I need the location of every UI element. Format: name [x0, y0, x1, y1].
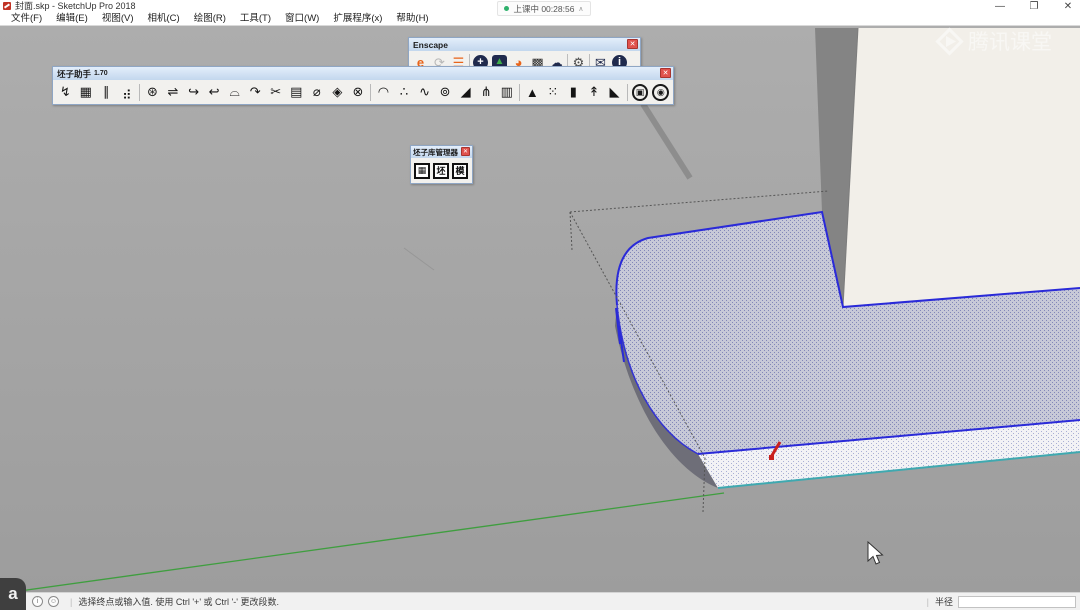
pizi-toolbar-version: 1.70 [94, 70, 108, 77]
pizi-tool-icon[interactable]: ▦ [76, 82, 97, 103]
menu-item[interactable]: 编辑(E) [49, 12, 95, 26]
pizi-toolbar-title: 坯子助手 [57, 68, 92, 79]
pizi-toolbar-titlebar[interactable]: 坯子助手 1.70 ✕ [53, 67, 673, 80]
pizi-tool-icon[interactable]: ∴ [394, 82, 415, 103]
enscape-toolbar-title: Enscape [413, 39, 448, 50]
pizi-tool-icon[interactable]: ⁙ [543, 82, 564, 103]
sketchup-file-icon [3, 2, 11, 10]
svg-text:腾讯课堂: 腾讯课堂 [968, 31, 1052, 54]
account-circle-icon[interactable]: ☺ [48, 596, 59, 607]
statusbar: i ☺ | 选择终点或输入值. 使用 Ctrl '+' 或 Ctrl '-' 更… [0, 592, 1080, 610]
pizi-tool-icon[interactable]: ⊚ [435, 82, 456, 103]
pizi-tool-icon[interactable]: ⊗ [348, 82, 369, 103]
pizi-tool-icon[interactable]: ◢ [455, 82, 476, 103]
recording-status-dot [504, 6, 510, 11]
measurement-label: 半径 [934, 597, 953, 607]
enscape-toolbar-titlebar[interactable]: Enscape ✕ [409, 38, 640, 51]
chevron-up-icon[interactable]: ∧ [578, 5, 583, 13]
minimize-button[interactable]: — [994, 1, 1006, 12]
pizi-tool-icon[interactable]: ⌀ [307, 82, 328, 103]
menu-item[interactable]: 文件(F) [4, 12, 49, 26]
measurement-box-radius[interactable] [958, 595, 1076, 608]
pizi-tool-icon[interactable]: ↷ [245, 82, 266, 103]
menu-item[interactable]: 绘图(R) [187, 12, 233, 26]
pizi-tool-icon[interactable]: ▲ [522, 82, 543, 103]
pizi-round-button[interactable]: ◉ [652, 83, 670, 101]
pizi-tool-icon[interactable]: ⇌ [163, 82, 184, 103]
library-toolbar-titlebar[interactable]: 坯子库管理器 ✕ [411, 146, 472, 158]
pizi-tool-icon[interactable]: ◣ [604, 82, 625, 103]
menu-item[interactable]: 扩展程序(x) [326, 12, 389, 26]
menu-item[interactable]: 窗口(W) [278, 12, 326, 26]
tencent-classroom-watermark: 腾讯课堂 [935, 27, 1052, 56]
window-title: 封面.skp - SketchUp Pro 2018 [15, 1, 136, 11]
menu-item[interactable]: 相机(C) [140, 12, 186, 26]
wall-front-face[interactable] [843, 28, 1080, 307]
library-pi-icon[interactable]: 坯 [433, 162, 449, 179]
pizi-tool-icon[interactable]: ∥ [96, 82, 117, 103]
pizi-tool-icon[interactable]: ↟ [584, 82, 605, 103]
recording-status-text: 上课中 00:28:56 [513, 3, 575, 14]
enscape-toolbar-close-icon[interactable]: ✕ [627, 39, 638, 49]
pizi-tool-icon[interactable]: ◈ [327, 82, 348, 103]
statusbar-message: 选择终点或输入值. 使用 Ctrl '+' 或 Ctrl '-' 更改段数. [78, 597, 279, 607]
model-viewport[interactable]: 腾讯课堂 [0, 26, 1080, 592]
pizi-tool-icon[interactable]: ▤ [286, 82, 307, 103]
restore-button[interactable]: ❐ [1028, 1, 1040, 12]
pizi-tool-icon[interactable]: ✂ [265, 82, 286, 103]
pizi-tool-icon[interactable]: ◠ [373, 82, 394, 103]
class-recording-pill[interactable]: 上课中 00:28:56 ∧ [497, 1, 591, 16]
pizi-tool-icon[interactable]: ↪ [183, 82, 204, 103]
sketchup-window: 封面.skp - SketchUp Pro 2018 — ❐ ✕ 上课中 00:… [0, 0, 1080, 610]
menu-item[interactable]: 视图(V) [95, 12, 141, 26]
library-model-icon[interactable]: 模 [452, 162, 468, 179]
pizi-tool-icon[interactable]: ↩ [204, 82, 225, 103]
statusbar-divider: | [70, 596, 73, 607]
library-toolbar-close-icon[interactable]: ✕ [461, 147, 470, 156]
video-watermark-badge: a [0, 578, 26, 610]
menu-item[interactable]: 帮助(H) [389, 12, 435, 26]
menu-item[interactable]: 工具(T) [233, 12, 278, 26]
pizi-tool-icon[interactable]: ⊛ [142, 82, 163, 103]
pizi-toolbar-close-icon[interactable]: ✕ [660, 68, 671, 78]
library-grid-icon[interactable]: ▦ [414, 162, 430, 179]
pizi-tool-icon[interactable]: ⣴ [117, 82, 138, 103]
info-circle-icon[interactable]: i [32, 596, 43, 607]
pizi-tool-icon[interactable]: ▥ [496, 82, 517, 103]
pizi-round-button[interactable]: ▣ [631, 83, 649, 101]
pizi-tool-icon[interactable]: ∿ [414, 82, 435, 103]
pizi-tool-icon[interactable]: ↯ [55, 82, 76, 103]
pizi-tool-icon[interactable]: ⌓ [224, 82, 245, 103]
pizi-assistant-toolbar: 坯子助手 1.70 ✕ ↯ ▦ ∥ ⣴ ⊛ ⇌ ↪ ↩ ⌓ ↷ ✂ ▤ ⌀ ◈ ⊗ ◠ ∴ ∿ ⊚ ◢ ⋔ ▥ ▲ ⁙ ▮ ↟ ◣ ▣… [52, 66, 674, 105]
library-toolbar-title: 坯子库管理器 [413, 147, 458, 157]
close-button[interactable]: ✕ [1062, 1, 1074, 12]
pizi-tool-icon[interactable]: ▮ [563, 82, 584, 103]
pizi-tool-icon[interactable]: ⋔ [476, 82, 497, 103]
statusbar-divider: | [926, 596, 929, 607]
pizi-library-manager-toolbar: 坯子库管理器 ✕ ▦ 坯模 [410, 145, 473, 184]
